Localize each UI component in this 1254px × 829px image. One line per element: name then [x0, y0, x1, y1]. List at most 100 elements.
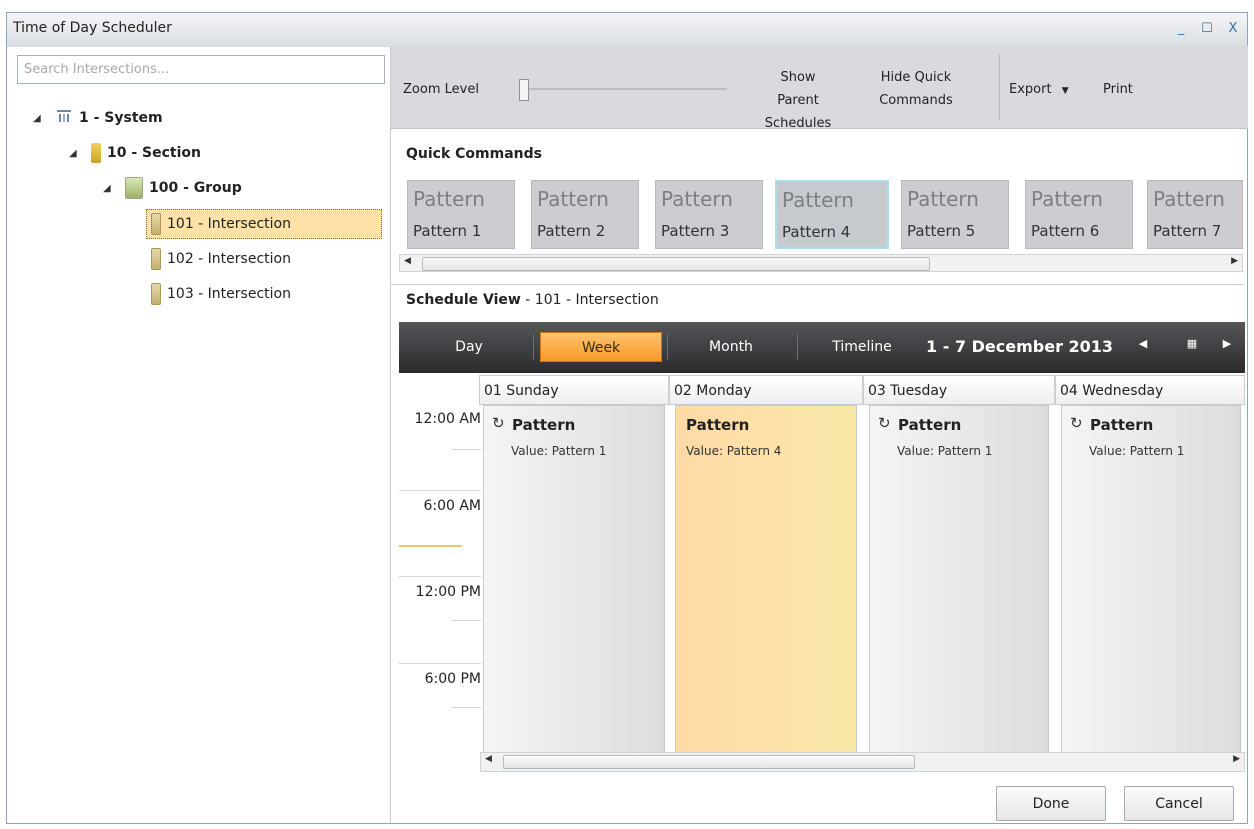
- quick-command-type: Pattern: [413, 187, 485, 211]
- traffic-light-icon: [151, 283, 161, 305]
- traffic-light-icon: [151, 248, 161, 270]
- scroll-right-icon[interactable]: ▶: [1231, 256, 1238, 266]
- scrollbar-thumb[interactable]: [422, 257, 930, 271]
- tree-label-intersection: 102 - Intersection: [167, 251, 291, 267]
- nav-divider: [797, 334, 798, 360]
- maximize-icon[interactable]: ☐: [1199, 21, 1215, 36]
- quick-command-type: Pattern: [1153, 187, 1225, 211]
- quick-command-type: Pattern: [907, 187, 979, 211]
- done-button[interactable]: Done: [996, 786, 1106, 821]
- cancel-button[interactable]: Cancel: [1124, 786, 1234, 821]
- expand-arrow-icon[interactable]: ◢: [103, 183, 115, 194]
- appointment-title-text: Pattern: [1090, 416, 1154, 434]
- appointment-title-text: Pattern: [898, 416, 962, 434]
- hide-quick-label-1: Hide Quick: [880, 70, 952, 85]
- hide-quick-commands-button[interactable]: Hide Quick Commands: [877, 66, 955, 112]
- search-intersections-input[interactable]: [17, 55, 385, 84]
- zoom-slider-track[interactable]: [522, 88, 727, 90]
- schedule-view-label: Schedule View: [406, 292, 521, 308]
- appointment-title-text: Pattern: [512, 416, 576, 434]
- tree-node-system[interactable]: ◢ 1 - System: [33, 103, 163, 133]
- traffic-light-icon: [151, 213, 161, 235]
- nav-divider: [667, 334, 668, 360]
- quick-command-label: Pattern 3: [661, 222, 730, 240]
- view-week-button[interactable]: Week: [540, 332, 662, 362]
- week-schedule-grid: 01 Sunday 02 Monday 03 Tuesday 04 Wednes…: [399, 373, 1245, 753]
- tree-node-group[interactable]: ◢ 100 - Group: [103, 173, 242, 203]
- scroll-right-icon[interactable]: ▶: [1233, 754, 1240, 764]
- schedule-horizontal-scrollbar[interactable]: ◀ ▶: [480, 752, 1245, 772]
- quick-command-pattern-1[interactable]: Pattern Pattern 1: [407, 180, 515, 249]
- expand-arrow-icon[interactable]: ◢: [33, 113, 45, 124]
- tree-label-group: 100 - Group: [149, 180, 242, 196]
- quick-command-type: Pattern: [661, 187, 733, 211]
- close-icon[interactable]: X: [1225, 21, 1241, 36]
- scrollbar-thumb[interactable]: [503, 755, 915, 769]
- quick-command-label: Pattern 2: [537, 222, 606, 240]
- quick-command-pattern-4[interactable]: Pattern Pattern 4: [775, 180, 889, 249]
- tree-label-intersection: 103 - Intersection: [167, 286, 291, 302]
- appointment-sunday[interactable]: ↻ Pattern Value: Pattern 1: [483, 405, 665, 753]
- calendar-view-bar: Day Week Month Timeline 1 - 7 December 2…: [399, 322, 1245, 373]
- schedule-view-title: Schedule View - 101 - Intersection: [406, 292, 659, 308]
- expand-arrow-icon[interactable]: ◢: [69, 148, 81, 159]
- intersection-tree-panel: ◢ 1 - System ◢ 10 - Section ◢ 100 - Grou…: [7, 47, 391, 823]
- tree-label-section: 10 - Section: [107, 145, 201, 161]
- appointment-monday[interactable]: Pattern Value: Pattern 4: [675, 405, 857, 753]
- scroll-left-icon[interactable]: ◀: [485, 754, 492, 764]
- quick-command-label: Pattern 1: [413, 222, 482, 240]
- hide-quick-label-2: Commands: [879, 93, 953, 108]
- appointment-value: Value: Pattern 1: [897, 444, 993, 458]
- nav-divider: [533, 334, 534, 360]
- window-controls: _ ☐ X: [1173, 21, 1241, 36]
- zoom-slider-thumb[interactable]: [519, 79, 529, 101]
- time-label: 6:00 AM: [423, 498, 481, 514]
- appointment-title: ↻ Pattern: [878, 414, 962, 434]
- appointment-value: Value: Pattern 4: [686, 444, 782, 458]
- scroll-left-icon[interactable]: ◀: [404, 256, 411, 266]
- current-time-indicator: [399, 545, 462, 547]
- toolbar-divider: [999, 54, 1000, 120]
- time-tick: [451, 449, 481, 450]
- time-tick: [451, 620, 481, 621]
- show-parent-schedules-button[interactable]: Show Parent Schedules: [759, 66, 837, 135]
- time-label: 6:00 PM: [424, 671, 481, 687]
- recurrence-icon: ↻: [878, 414, 891, 432]
- appointment-value: Value: Pattern 1: [511, 444, 607, 458]
- group-icon: [125, 177, 143, 199]
- quick-command-pattern-2[interactable]: Pattern Pattern 2: [531, 180, 639, 249]
- tree-node-intersection-101[interactable]: 101 - Intersection: [146, 209, 382, 239]
- view-month-button[interactable]: Month: [671, 332, 791, 362]
- view-timeline-button[interactable]: Timeline: [807, 332, 917, 362]
- time-label: 12:00 AM: [414, 411, 481, 427]
- appointment-wednesday[interactable]: ↻ Pattern Value: Pattern 1: [1061, 405, 1241, 753]
- export-button[interactable]: Export ▼: [1009, 78, 1069, 103]
- calendar-grid-icon[interactable]: ▦: [1182, 337, 1202, 350]
- appointment-title: ↻ Pattern: [492, 414, 576, 434]
- day-header: 04 Wednesday: [1055, 375, 1245, 405]
- quick-commands-scrollbar[interactable]: ◀ ▶: [399, 254, 1243, 272]
- appointment-title: ↻ Pattern: [1070, 414, 1154, 434]
- view-day-button[interactable]: Day: [409, 332, 529, 362]
- schedule-view-intersection: - 101 - Intersection: [520, 292, 659, 308]
- scheduler-toolbar: Zoom Level Show Parent Schedules Hide Qu…: [391, 46, 1248, 131]
- time-tick: [399, 663, 481, 664]
- print-button[interactable]: Print: [1103, 78, 1133, 101]
- previous-icon[interactable]: ◀: [1133, 337, 1153, 350]
- section-icon: [91, 143, 101, 163]
- minimize-icon[interactable]: _: [1173, 21, 1189, 36]
- tree-node-section[interactable]: ◢ 10 - Section: [69, 138, 201, 168]
- next-icon[interactable]: ▶: [1217, 337, 1237, 350]
- quick-command-label: Pattern 6: [1031, 222, 1100, 240]
- day-header: 03 Tuesday: [863, 375, 1055, 405]
- quick-command-pattern-6[interactable]: Pattern Pattern 6: [1025, 180, 1133, 249]
- quick-command-pattern-3[interactable]: Pattern Pattern 3: [655, 180, 763, 249]
- date-range-label: 1 - 7 December 2013: [926, 337, 1114, 356]
- tree-node-intersection-103[interactable]: 103 - Intersection: [151, 279, 291, 309]
- time-tick: [399, 576, 481, 577]
- quick-command-type: Pattern: [1031, 187, 1103, 211]
- tree-node-intersection-102[interactable]: 102 - Intersection: [151, 244, 291, 274]
- appointment-tuesday[interactable]: ↻ Pattern Value: Pattern 1: [869, 405, 1049, 753]
- quick-command-pattern-5[interactable]: Pattern Pattern 5: [901, 180, 1009, 249]
- quick-command-pattern-7[interactable]: Pattern Pattern 7: [1147, 180, 1243, 249]
